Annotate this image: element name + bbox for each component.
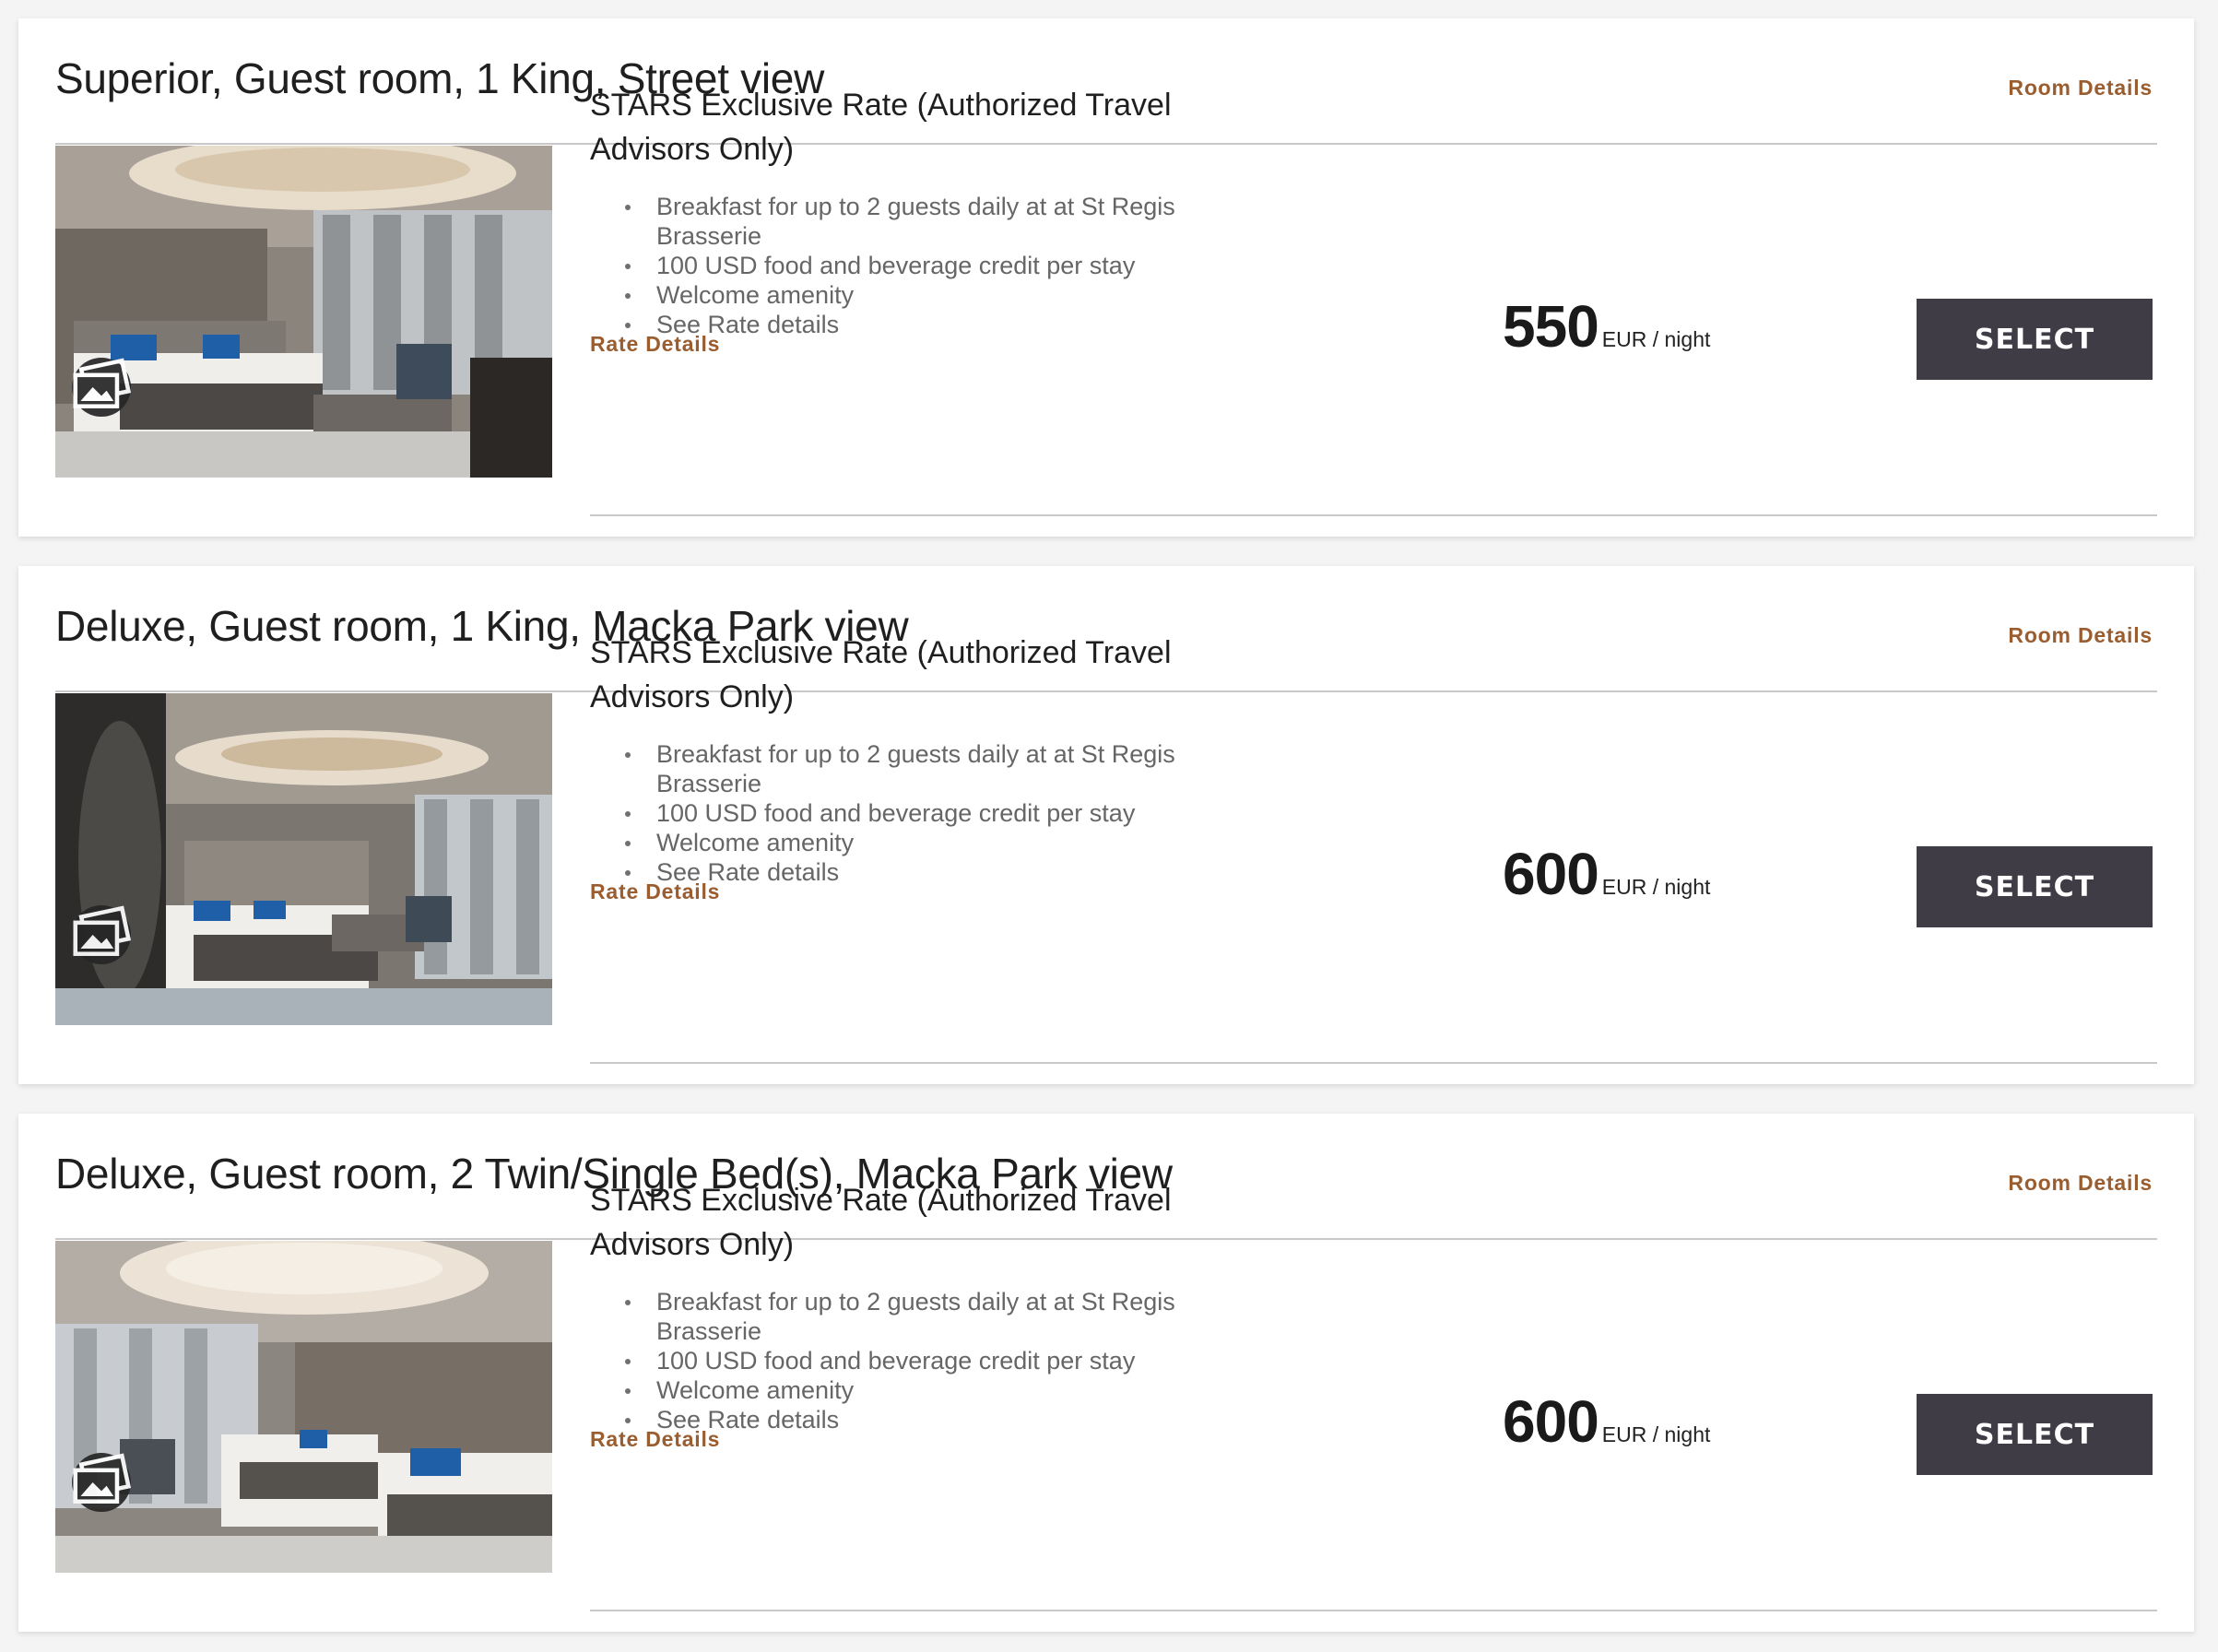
divider (590, 514, 2157, 516)
benefit-item: 100 USD food and beverage credit per sta… (590, 1346, 1235, 1375)
room-card: Superior, Guest room, 1 King, Street vie… (18, 18, 2194, 537)
photos-icon (73, 1453, 131, 1504)
rate-details-link[interactable]: Rate Details (590, 1427, 720, 1452)
price-unit: EUR / night (1601, 1422, 1711, 1446)
price: 600 EUR / night (1503, 840, 1710, 908)
rate-title: STARS Exclusive Rate (Authorized Travel … (590, 631, 1235, 719)
rate-title-line: STARS Exclusive Rate (Authorized Travel (590, 635, 1172, 670)
room-details-link[interactable]: Room Details (2008, 623, 2153, 648)
rate-title: STARS Exclusive Rate (Authorized Travel … (590, 1178, 1235, 1267)
price: 600 EUR / night (1503, 1387, 1710, 1456)
gallery-icon[interactable] (72, 1453, 131, 1512)
price-amount: 550 (1503, 293, 1599, 360)
rate-title: STARS Exclusive Rate (Authorized Travel … (590, 83, 1235, 171)
rate-benefits-list: Breakfast for up to 2 guests daily at at… (590, 192, 1235, 339)
price-unit: EUR / night (1601, 875, 1711, 899)
price-unit: EUR / night (1601, 327, 1711, 351)
price-amount: 600 (1503, 1388, 1599, 1455)
rate-benefits-list: Breakfast for up to 2 guests daily at at… (590, 1287, 1235, 1434)
benefit-item: Welcome amenity (590, 1375, 1235, 1405)
room-card: Deluxe, Guest room, 1 King, Macka Park v… (18, 566, 2194, 1084)
price-amount: 600 (1503, 841, 1599, 907)
benefit-item: Breakfast for up to 2 guests daily at at… (590, 739, 1235, 798)
rate-title-line: STARS Exclusive Rate (Authorized Travel (590, 1183, 1172, 1218)
divider (590, 1062, 2157, 1064)
room-card: Deluxe, Guest room, 2 Twin/Single Bed(s)… (18, 1114, 2194, 1632)
benefit-item: Welcome amenity (590, 828, 1235, 857)
room-photo[interactable] (55, 1241, 552, 1573)
price: 550 EUR / night (1503, 292, 1710, 360)
rate-benefits-list: Breakfast for up to 2 guests daily at at… (590, 739, 1235, 887)
photos-icon (73, 905, 131, 956)
select-button[interactable]: SELECT (1917, 1394, 2153, 1475)
rate-title-line: STARS Exclusive Rate (Authorized Travel (590, 88, 1172, 123)
gallery-icon[interactable] (72, 358, 131, 417)
benefit-item: 100 USD food and beverage credit per sta… (590, 798, 1235, 828)
rate-details-link[interactable]: Rate Details (590, 332, 720, 357)
room-photo[interactable] (55, 146, 552, 478)
room-photo[interactable] (55, 693, 552, 1025)
benefit-item: Breakfast for up to 2 guests daily at at… (590, 192, 1235, 251)
room-list: Superior, Guest room, 1 King, Street vie… (0, 0, 2218, 1652)
divider (590, 1610, 2157, 1611)
benefit-item: 100 USD food and beverage credit per sta… (590, 251, 1235, 280)
rate-title-line: Advisors Only) (590, 1227, 795, 1262)
room-details-link[interactable]: Room Details (2008, 1171, 2153, 1196)
room-details-link[interactable]: Room Details (2008, 76, 2153, 100)
rate-title-line: Advisors Only) (590, 679, 795, 714)
rate-title-line: Advisors Only) (590, 132, 795, 167)
select-button[interactable]: SELECT (1917, 846, 2153, 927)
benefit-item: Breakfast for up to 2 guests daily at at… (590, 1287, 1235, 1346)
select-button[interactable]: SELECT (1917, 299, 2153, 380)
photos-icon (73, 358, 131, 408)
rate-details-link[interactable]: Rate Details (590, 879, 720, 904)
benefit-item: Welcome amenity (590, 280, 1235, 310)
gallery-icon[interactable] (72, 905, 131, 964)
